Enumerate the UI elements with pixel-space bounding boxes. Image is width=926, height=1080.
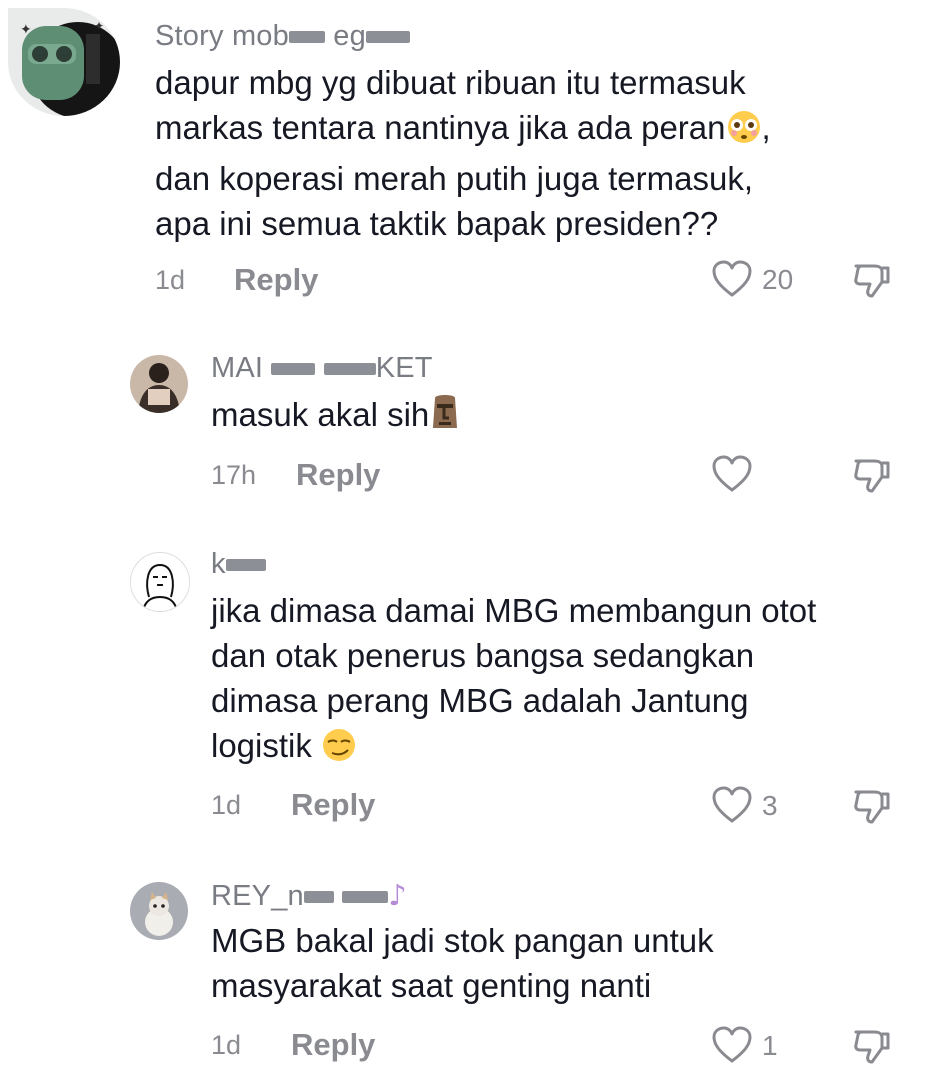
thumbs-down-icon xyxy=(854,790,890,824)
like-count: 3 xyxy=(762,790,778,821)
comment-item: k jika dimasa damai MBG membangun otot d… xyxy=(0,530,926,850)
svg-text:✦: ✦ xyxy=(20,22,32,38)
like-button[interactable] xyxy=(712,1026,752,1064)
comment-text: masuk akal sih xyxy=(211,392,461,443)
comment-text: jika dimasa damai MBG membangun otot dan… xyxy=(211,588,816,774)
dislike-button[interactable] xyxy=(852,786,892,826)
comment-item: REY_n ♪ MGB bakal jadi stok pangan untuk… xyxy=(0,860,926,1080)
reply-button[interactable]: Reply xyxy=(296,457,380,493)
dislike-button[interactable] xyxy=(852,455,892,495)
flushed-face-emoji xyxy=(726,109,762,156)
redacted-blur xyxy=(288,31,325,44)
redacted-blur xyxy=(323,363,376,376)
avatar[interactable]: ✦ ✦ xyxy=(8,8,120,116)
thumbs-down-icon xyxy=(854,1030,890,1064)
dislike-button[interactable] xyxy=(852,260,892,300)
svg-text:✦: ✦ xyxy=(94,19,104,33)
redacted-blur xyxy=(342,891,389,904)
heart-outline-icon xyxy=(712,455,752,492)
reply-button[interactable]: Reply xyxy=(291,1027,375,1063)
avatar[interactable] xyxy=(130,552,190,612)
like-button[interactable] xyxy=(712,260,752,298)
like-count: 1 xyxy=(762,1030,778,1061)
smirking-face-emoji xyxy=(321,727,357,774)
like-count: 20 xyxy=(762,264,794,295)
moai-emoji xyxy=(429,392,461,443)
comment-time: 1d xyxy=(211,790,242,820)
dislike-button[interactable] xyxy=(852,1026,892,1066)
comment-username[interactable]: REY_n ♪ xyxy=(211,878,407,913)
avatar[interactable] xyxy=(130,355,188,413)
heart-outline-icon xyxy=(712,260,752,297)
redacted-blur xyxy=(365,31,410,44)
redacted-blur xyxy=(303,891,334,904)
reply-button[interactable]: Reply xyxy=(234,262,318,298)
thumbs-down-icon xyxy=(854,459,890,493)
comment-item: MAI KET masuk akal sih 17h Reply xyxy=(0,330,926,510)
like-button[interactable] xyxy=(712,786,752,824)
comment-username[interactable]: k xyxy=(211,548,266,581)
heart-outline-icon xyxy=(712,1026,752,1063)
comment-time: 1d xyxy=(155,265,186,295)
comment-time: 1d xyxy=(211,1030,242,1060)
redacted-blur xyxy=(225,559,266,572)
comment-item: ✦ ✦ Story mob eg dapur mbg yg dibuat rib… xyxy=(0,0,926,330)
comment-time: 17h xyxy=(211,460,257,490)
comment-text: MGB bakal jadi stok pangan untuk masyara… xyxy=(211,922,714,1004)
avatar[interactable] xyxy=(130,882,188,940)
thumbs-down-icon xyxy=(854,264,890,298)
like-button[interactable] xyxy=(712,455,752,493)
music-note-icon: ♪ xyxy=(388,878,407,912)
reply-button[interactable]: Reply xyxy=(291,787,375,823)
comment-username[interactable]: Story mob eg xyxy=(155,20,410,53)
redacted-blur xyxy=(271,363,316,376)
comment-text: dapur mbg yg dibuat ribuan itu termasuk … xyxy=(155,64,771,242)
heart-outline-icon xyxy=(712,786,752,823)
comment-username[interactable]: MAI KET xyxy=(211,352,433,385)
